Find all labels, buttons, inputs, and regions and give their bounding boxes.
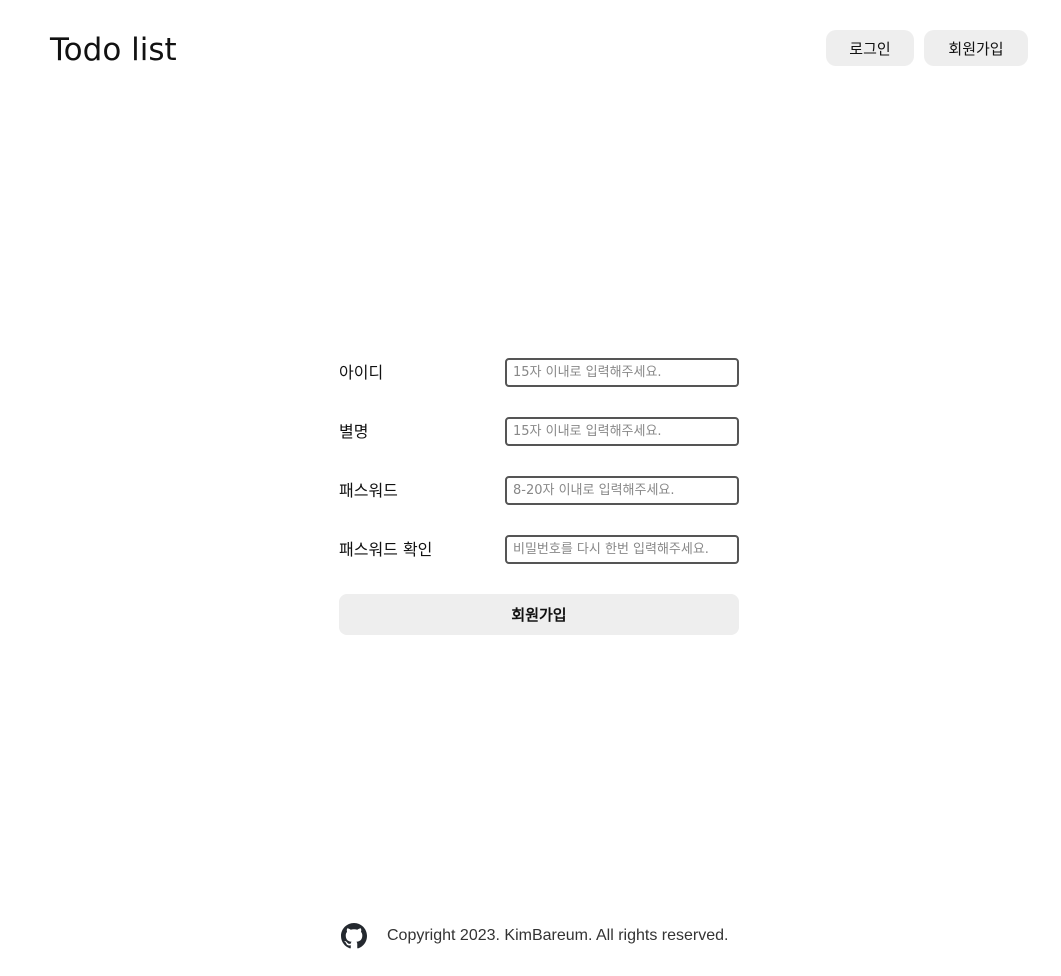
signup-page: Todo list 로그인 회원가입 아이디 별명 패스워드 패스워드 확인 회… [0, 0, 1061, 976]
id-row: 아이디 [339, 358, 739, 387]
password-confirm-label: 패스워드 확인 [339, 540, 433, 559]
copyright-text: Copyright 2023. KimBareum. All rights re… [387, 927, 729, 944]
login-button[interactable]: 로그인 [826, 30, 914, 66]
nickname-label: 별명 [339, 422, 369, 441]
signup-nav-button[interactable]: 회원가입 [924, 30, 1028, 66]
footer: Copyright 2023. KimBareum. All rights re… [341, 922, 728, 950]
nickname-input[interactable] [505, 417, 739, 446]
nickname-row: 별명 [339, 417, 739, 446]
password-confirm-input[interactable] [505, 535, 739, 564]
password-row: 패스워드 [339, 476, 739, 505]
password-input[interactable] [505, 476, 739, 505]
signup-submit-button[interactable]: 회원가입 [339, 594, 739, 635]
github-icon[interactable] [341, 923, 367, 949]
app-title[interactable]: Todo list [50, 30, 177, 70]
password-confirm-row: 패스워드 확인 [339, 535, 739, 564]
id-input[interactable] [505, 358, 739, 387]
password-label: 패스워드 [339, 481, 398, 500]
id-label: 아이디 [339, 363, 384, 382]
